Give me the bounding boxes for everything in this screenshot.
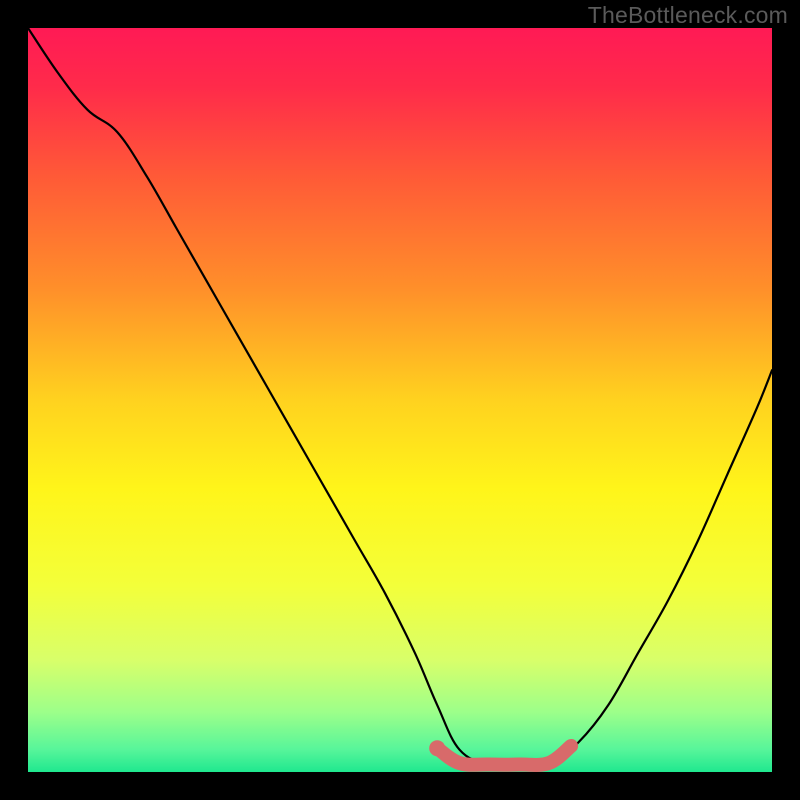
plot-area xyxy=(28,28,772,772)
plot-svg xyxy=(28,28,772,772)
optimal-point-marker xyxy=(429,740,445,756)
chart-stage: TheBottleneck.com xyxy=(0,0,800,800)
watermark-text: TheBottleneck.com xyxy=(588,2,788,29)
gradient-background xyxy=(28,28,772,772)
